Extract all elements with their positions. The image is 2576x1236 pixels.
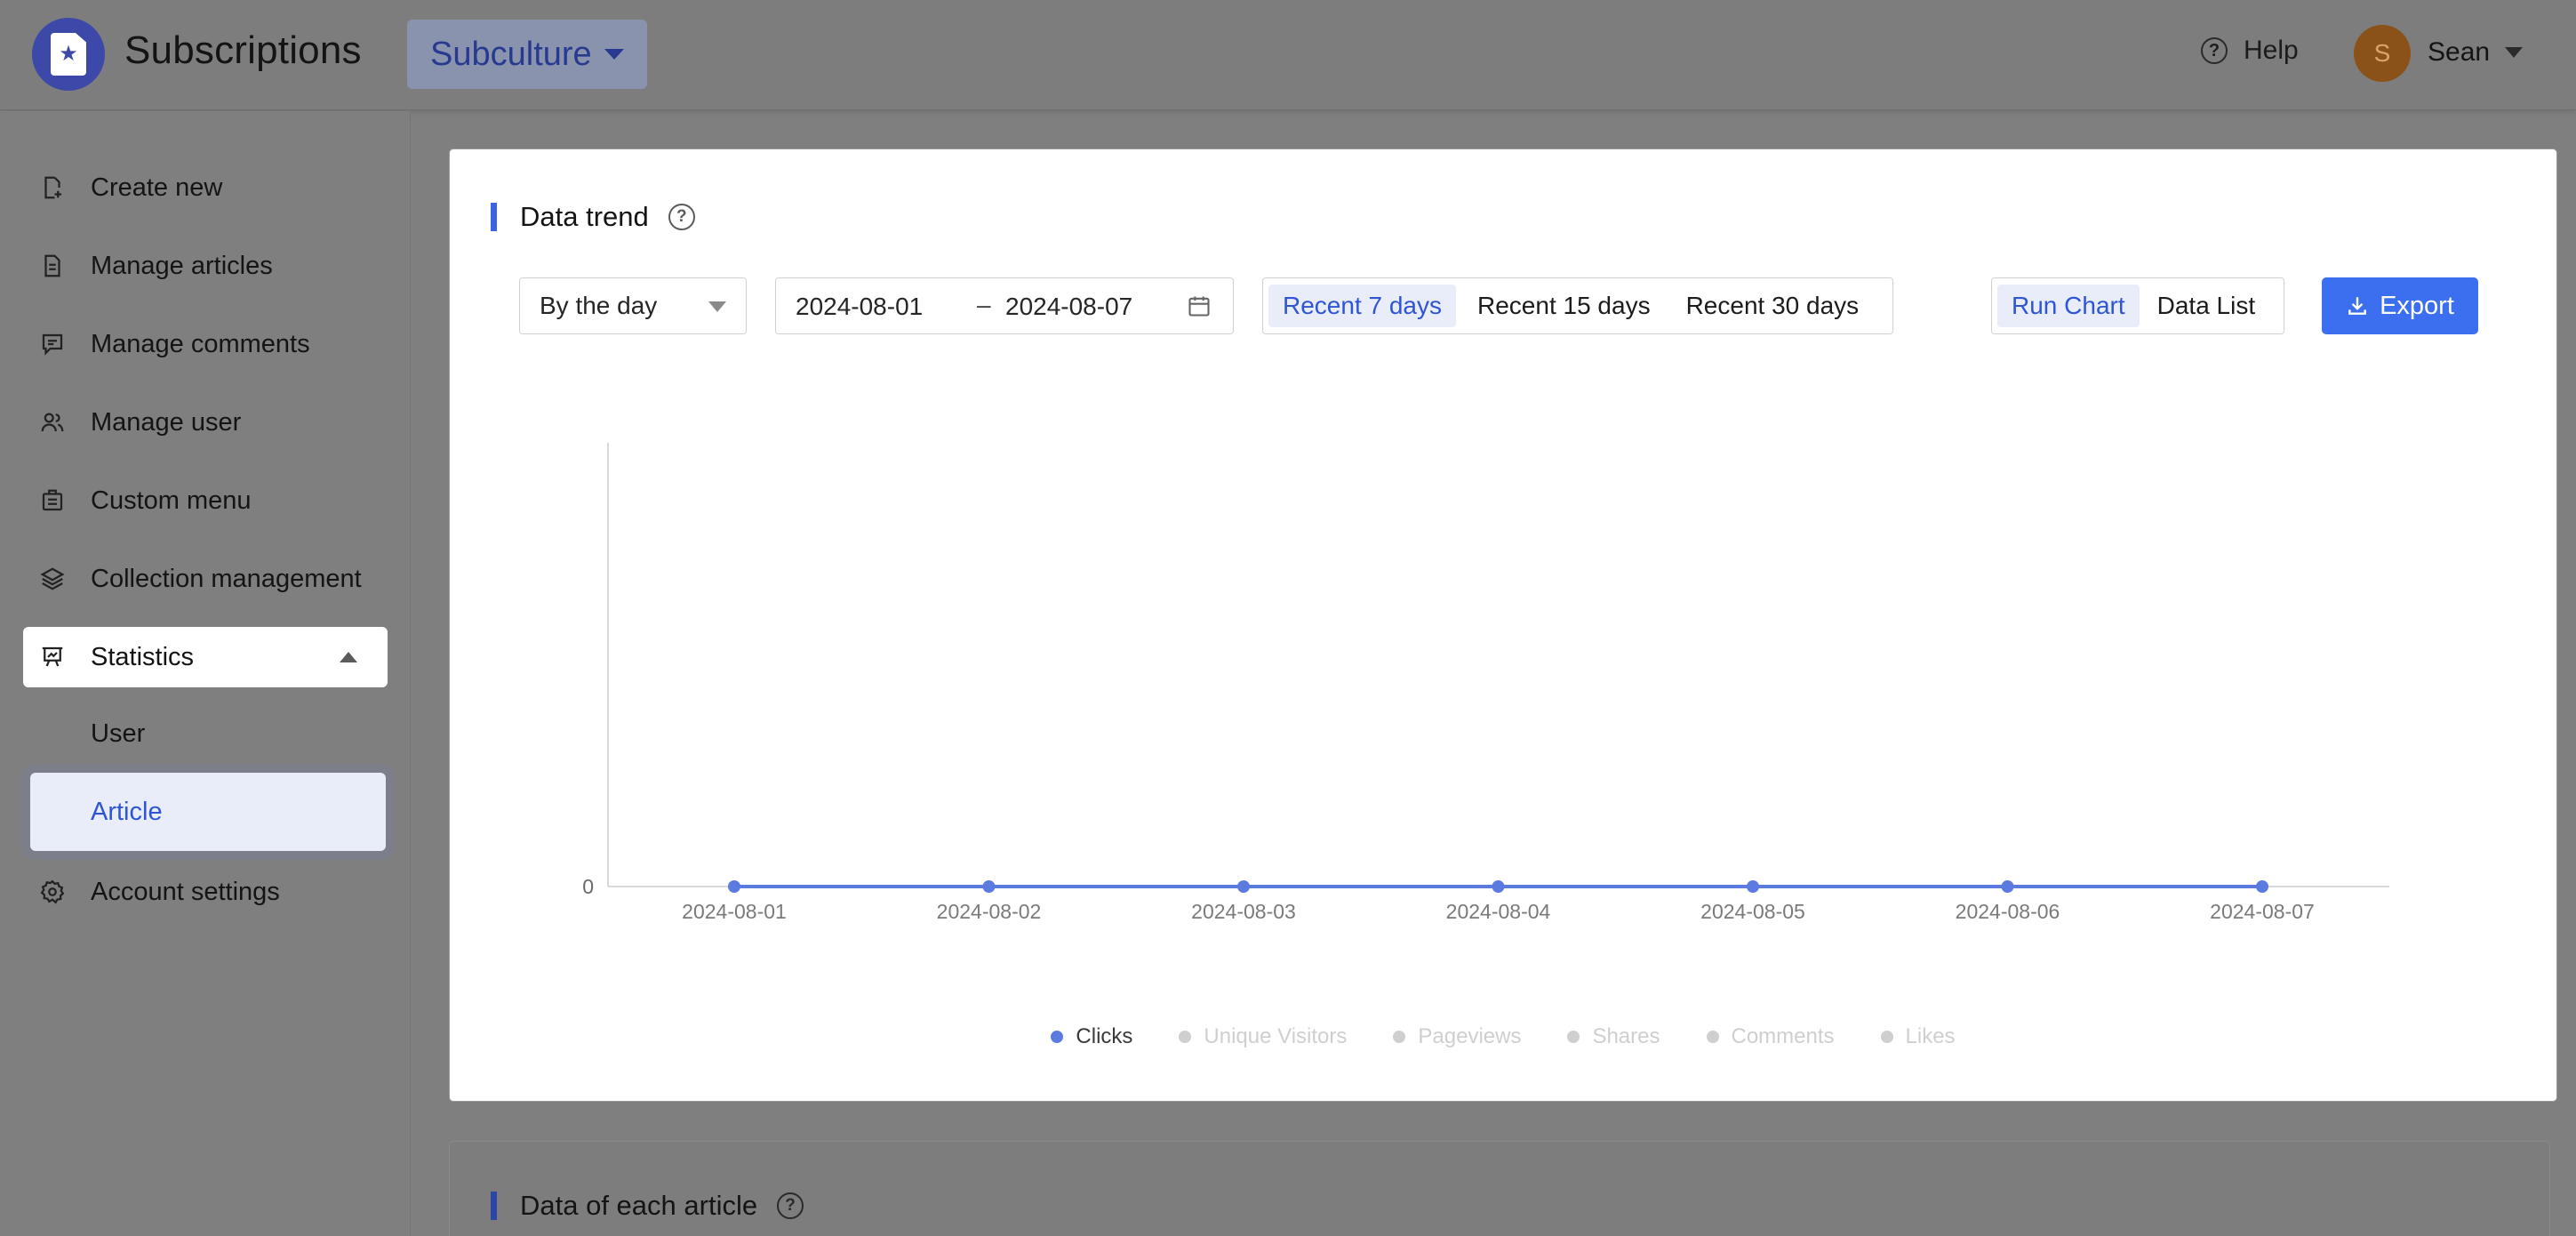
legend-label: Unique Visitors: [1204, 1024, 1348, 1048]
x-tick-label: 2024-08-01: [682, 900, 787, 923]
data-point: [2001, 880, 2014, 893]
workspace-selector[interactable]: Subculture: [407, 20, 647, 89]
sidebar-item-manage-comments[interactable]: Manage comments: [23, 314, 388, 374]
statistics-icon: [39, 644, 66, 670]
x-tick-label: 2024-08-04: [1446, 900, 1551, 923]
legend-label: Comments: [1731, 1024, 1835, 1048]
sidebar-subitem-article[interactable]: Article: [30, 773, 386, 851]
card-title-text: Data of each article: [520, 1190, 758, 1221]
sidebar-item-account-settings[interactable]: Account settings: [23, 862, 388, 922]
trend-chart: 0 2024-08-01 2024-08-02 2024-08-03 2024-08-0…: [582, 443, 2389, 923]
data-point: [728, 880, 740, 893]
legend-label: Shares: [1592, 1024, 1660, 1048]
sidebar-item-label: Manage comments: [91, 329, 310, 358]
sidebar-item-label: Manage user: [91, 407, 242, 437]
legend-dot: [1567, 1031, 1580, 1043]
legend-dot: [1051, 1031, 1064, 1043]
sidebar-item-label: Collection management: [91, 564, 362, 593]
card-title: Data of each article ?: [491, 1192, 804, 1220]
x-tick-label: 2024-08-07: [2210, 900, 2315, 923]
help-link[interactable]: ? Help: [2201, 36, 2299, 66]
legend-item-comments[interactable]: Comments: [1706, 1024, 1835, 1049]
user-menu-caret-icon[interactable]: [2505, 47, 2523, 58]
star-icon: ★: [59, 42, 78, 66]
x-tick-label: 2024-08-06: [1956, 900, 2060, 923]
data-point: [982, 880, 996, 893]
legend-item-shares[interactable]: Shares: [1567, 1024, 1660, 1049]
caret-down-icon: [604, 49, 624, 60]
sidebar-item-manage-user[interactable]: Manage user: [23, 392, 388, 453]
legend-item-unique-visitors[interactable]: Unique Visitors: [1179, 1024, 1347, 1049]
layers-icon: [39, 566, 66, 592]
sidebar-item-label: Create new: [91, 173, 223, 202]
menu-icon: [39, 487, 66, 514]
avatar[interactable]: S: [2354, 25, 2411, 82]
top-bar: ★ Subscriptions Subculture ? Help S Sean: [0, 0, 2576, 110]
logo-document-shape: ★: [51, 33, 86, 76]
comment-icon: [39, 331, 66, 357]
data-point: [1237, 880, 1250, 893]
app-title: Subscriptions: [124, 28, 362, 72]
help-label: Help: [2244, 36, 2299, 65]
legend-dot: [1706, 1031, 1719, 1043]
create-new-icon: [39, 174, 66, 201]
data-point: [1747, 880, 1759, 893]
help-circle-icon[interactable]: ?: [777, 1192, 804, 1219]
sidebar-item-manage-articles[interactable]: Manage articles: [23, 236, 388, 296]
sidebar-item-label: Custom menu: [91, 486, 252, 515]
article-icon: [39, 253, 66, 279]
sidebar: Create new Manage articles Manage commen…: [0, 111, 411, 1236]
legend-label: Likes: [1905, 1024, 1956, 1048]
sidebar-subitem-user[interactable]: User: [30, 694, 386, 773]
legend-dot: [1393, 1031, 1406, 1043]
sidebar-item-label: Statistics: [91, 642, 195, 671]
legend-item-likes[interactable]: Likes: [1880, 1024, 1956, 1049]
app-logo[interactable]: ★: [32, 18, 105, 91]
workspace-label: Subculture: [430, 35, 592, 73]
gear-icon: [39, 879, 66, 905]
sidebar-item-custom-menu[interactable]: Custom menu: [23, 470, 388, 531]
data-point: [1492, 880, 1505, 893]
x-tick-label: 2024-08-05: [1700, 900, 1805, 923]
help-circle-icon: ?: [2201, 37, 2228, 64]
user-name[interactable]: Sean: [2428, 37, 2490, 68]
sidebar-item-statistics[interactable]: Statistics: [23, 627, 388, 687]
legend-dot: [1880, 1031, 1893, 1043]
x-tick-label: 2024-08-03: [1191, 900, 1296, 923]
users-icon: [39, 409, 66, 436]
x-tick-label: 2024-08-02: [937, 900, 1042, 923]
chart-legend: Clicks Unique Visitors Pageviews Shares Comm…: [450, 1019, 2556, 1055]
sidebar-item-create-new[interactable]: Create new: [23, 157, 388, 218]
legend-label: Pageviews: [1418, 1024, 1522, 1048]
data-trend-card: Data trend ? By the day 2024-08-01 – 202…: [450, 149, 2556, 1101]
legend-label: Clicks: [1076, 1024, 1133, 1048]
data-point: [2256, 880, 2268, 893]
legend-item-clicks[interactable]: Clicks: [1051, 1024, 1132, 1049]
sidebar-item-label: Manage articles: [91, 251, 273, 280]
y-tick-label: 0: [582, 875, 594, 898]
caret-up-icon: [340, 652, 357, 662]
legend-item-pageviews[interactable]: Pageviews: [1393, 1024, 1521, 1049]
article-data-card: Data of each article ?: [450, 1142, 2549, 1236]
legend-dot: [1179, 1031, 1192, 1043]
sidebar-item-label: Account settings: [91, 877, 280, 906]
sidebar-item-collection-management[interactable]: Collection management: [23, 549, 388, 609]
